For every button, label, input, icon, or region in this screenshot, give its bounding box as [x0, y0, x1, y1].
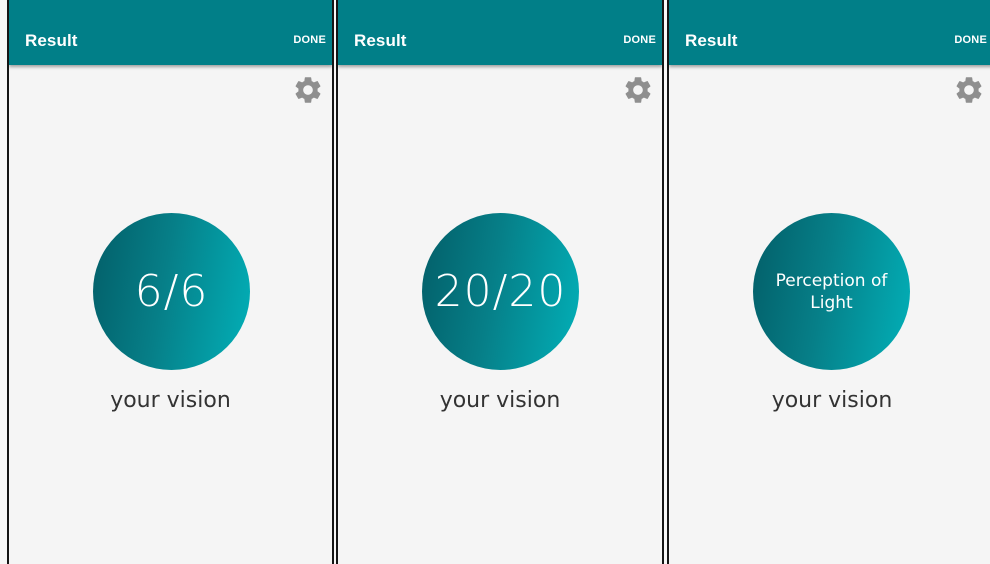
vision-score: 20/20 — [434, 266, 567, 317]
gear-icon[interactable] — [622, 74, 654, 106]
result-screen-2: Result DONE 20/20 your vision — [336, 0, 664, 564]
gear-icon[interactable] — [953, 74, 985, 106]
vision-score-circle: 20/20 — [422, 213, 579, 370]
gear-icon[interactable] — [292, 74, 324, 106]
vision-score: Perception of Light — [775, 270, 888, 313]
vision-score: 6/6 — [134, 266, 209, 317]
screen-title: Result — [25, 31, 78, 50]
vision-score-circle: 6/6 — [93, 213, 250, 370]
app-bar: Result DONE — [669, 0, 990, 65]
vision-score-circle: Perception of Light — [753, 213, 910, 370]
vision-caption: your vision — [771, 388, 893, 413]
app-bar: Result DONE — [9, 0, 332, 65]
app-bar: Result DONE — [338, 0, 662, 65]
done-button[interactable]: DONE — [954, 34, 987, 46]
done-button[interactable]: DONE — [293, 34, 326, 46]
result-screen-1: Result DONE 6/6 your vision — [7, 0, 334, 564]
result-screen-3: Result DONE Perception of Light your vis… — [667, 0, 990, 564]
vision-caption: your vision — [110, 388, 231, 413]
screen-title: Result — [354, 31, 407, 50]
vision-caption: your vision — [439, 388, 561, 413]
screen-title: Result — [685, 31, 738, 50]
done-button[interactable]: DONE — [623, 34, 656, 46]
